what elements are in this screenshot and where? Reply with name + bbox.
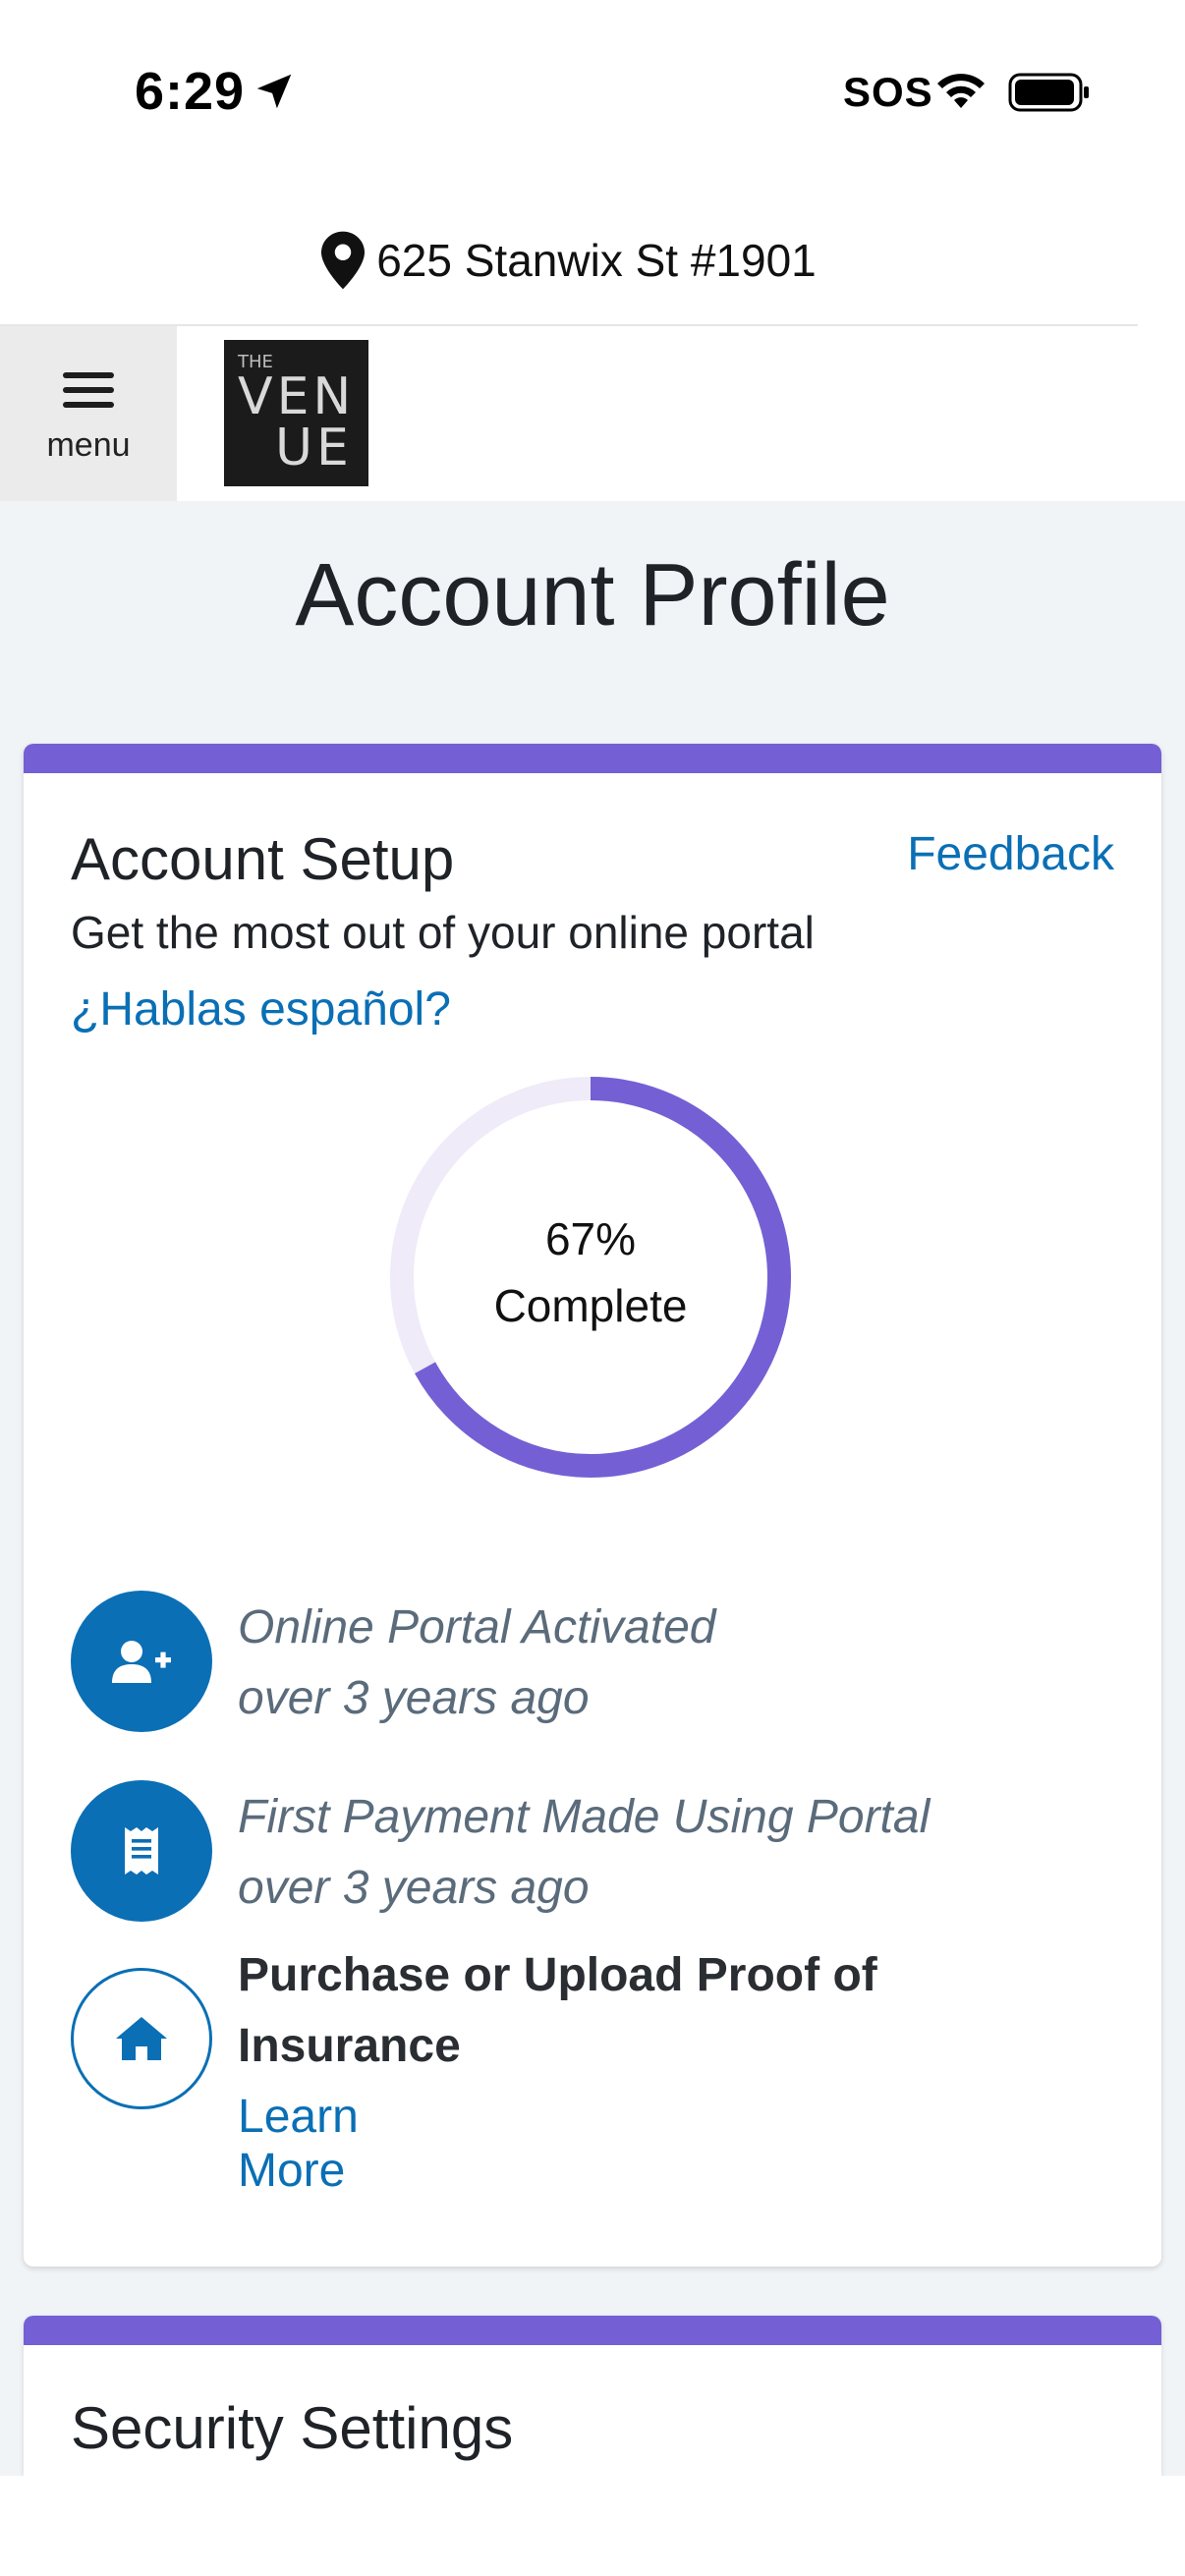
badge-insurance: [71, 1968, 212, 2109]
status-time: 6:29: [135, 62, 246, 121]
spanish-language-link[interactable]: ¿Hablas español?: [71, 982, 451, 1036]
account-setup-title: Account Setup: [71, 826, 455, 892]
learn-more-link[interactable]: Learn More: [238, 2090, 359, 2198]
status-carrier: SOS: [843, 69, 933, 115]
home-icon: [116, 2017, 167, 2060]
insurance-title: Purchase or Upload Proof of Insurance: [238, 1949, 877, 2072]
badge-first-payment: [71, 1780, 212, 1922]
address-text: 625 Stanwix St #1901: [376, 235, 817, 286]
menu-label: menu: [46, 425, 131, 464]
property-address-bar[interactable]: 625 Stanwix St #1901: [0, 196, 1138, 326]
hamburger-icon: [63, 364, 114, 417]
account-setup-card: Account Setup Feedback Get the most out …: [24, 744, 1161, 2267]
security-settings-title: Security Settings: [71, 2395, 514, 2461]
bottom-area: [0, 2476, 1185, 2576]
top-nav: menu THE VEN UE: [0, 326, 1185, 501]
page-title: Account Profile: [295, 546, 890, 644]
receipt-icon: [125, 1827, 158, 1875]
location-arrow-icon: [256, 74, 292, 109]
setup-item-title: First Payment Made Using Portal: [238, 1791, 931, 1843]
menu-button[interactable]: menu: [0, 326, 177, 501]
security-settings-card: Security Settings: [24, 2316, 1161, 2476]
status-bar: 6:29 SOS: [0, 0, 1185, 187]
progress-complete-label: Complete: [493, 1280, 688, 1331]
progress-text: 67% Complete: [389, 1205, 792, 1339]
progress-percent: 67%: [544, 1213, 637, 1264]
setup-item-time: over 3 years ago: [238, 1862, 590, 1914]
setup-item-time: over 3 years ago: [238, 1672, 590, 1724]
feedback-link[interactable]: Feedback: [907, 827, 1114, 881]
card-accent-bar: [24, 744, 1161, 773]
badge-portal-activated: [71, 1591, 212, 1732]
venue-logo[interactable]: THE VEN UE: [224, 340, 368, 486]
card-accent-bar: [24, 2316, 1161, 2345]
account-setup-subtitle: Get the most out of your online portal: [71, 907, 815, 958]
setup-item-title: Online Portal Activated: [238, 1601, 716, 1653]
battery-icon: [1008, 73, 1089, 112]
map-pin-icon: [321, 231, 366, 290]
user-plus-icon: [112, 1641, 171, 1683]
wifi-icon: [937, 74, 985, 108]
